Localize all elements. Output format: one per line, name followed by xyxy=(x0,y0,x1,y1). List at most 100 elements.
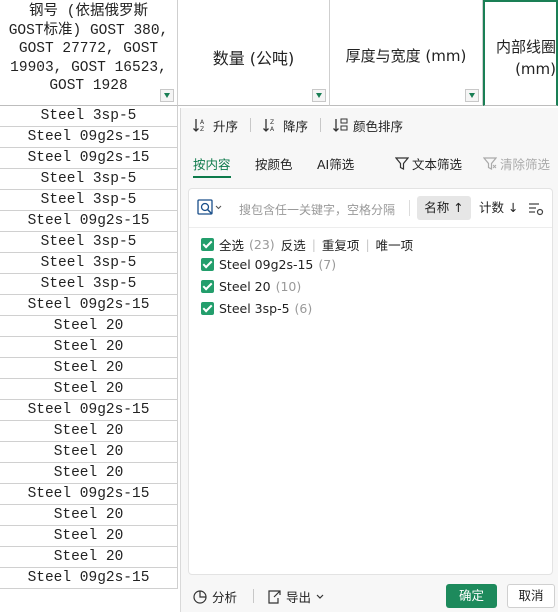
item-checkbox[interactable] xyxy=(201,280,214,293)
list-settings-button[interactable] xyxy=(528,201,544,217)
table-row[interactable]: Steel 3sp-5 xyxy=(0,232,178,253)
table-row[interactable]: Steel 20 xyxy=(0,358,178,379)
sort-by-color-button[interactable]: 颜色排序 xyxy=(321,116,415,135)
filter-tabs: 按内容 按颜色 AI筛选 文本筛选 清除筛选 xyxy=(193,154,558,178)
analyze-label: 分析 xyxy=(212,590,238,605)
select-all-row: 全选 (23) 反选 | 重复项 | 唯一项 xyxy=(201,235,419,254)
clear-filter-button[interactable]: 清除筛选 xyxy=(483,154,550,173)
filter-panel: AZ 升序 ZA 降序 颜色排序 按内容 按颜色 AI筛选 文本筛选 清除筛选 xyxy=(180,108,558,612)
list-item[interactable]: Steel 20 (10) xyxy=(201,279,301,294)
item-checkbox[interactable] xyxy=(201,302,214,315)
list-item[interactable]: Steel 3sp-5 (6) xyxy=(201,301,312,316)
table-row[interactable]: Steel 3sp-5 xyxy=(0,106,178,127)
table-row[interactable]: Steel 09g2s-15 xyxy=(0,295,178,316)
clear-filter-icon xyxy=(483,157,497,170)
duplicates-link[interactable]: 重复项 xyxy=(322,235,360,254)
table-row[interactable]: Steel 3sp-5 xyxy=(0,274,178,295)
table-row[interactable]: Steel 20 xyxy=(0,379,178,400)
invert-selection-link[interactable]: 反选 xyxy=(281,235,306,254)
cancel-button[interactable]: 取消 xyxy=(507,584,555,608)
sort-by-name-button[interactable]: 名称 ↑ xyxy=(417,196,471,220)
select-all-checkbox[interactable] xyxy=(201,238,214,251)
divider xyxy=(409,200,410,216)
sort-by-count-button[interactable]: 计数 ↓ xyxy=(479,196,518,220)
item-count: (7) xyxy=(318,257,337,272)
item-label: Steel 09g2s-15 xyxy=(219,257,314,272)
confirm-button[interactable]: 确定 xyxy=(446,584,497,608)
column-header-quantity-label: 数量 (公吨) xyxy=(212,49,295,68)
text-filter-label: 文本筛选 xyxy=(412,157,463,172)
filter-list-box: 搜包含任一关键字，空格分隔 名称 ↑ 计数 ↓ 全选 (23) 反选 | 重复项… xyxy=(188,188,553,575)
table-row[interactable]: Steel 20 xyxy=(0,505,178,526)
filter-dropdown-button-b[interactable] xyxy=(312,89,326,102)
divider: | xyxy=(311,237,316,252)
sort-by-color-icon xyxy=(333,118,348,132)
search-mode-dropdown[interactable] xyxy=(197,199,222,217)
column-header-quantity[interactable]: 数量 (公吨) xyxy=(178,0,330,106)
tab-by-content[interactable]: 按内容 xyxy=(193,154,231,178)
divider: | xyxy=(365,237,370,252)
item-count: (10) xyxy=(275,279,302,294)
analyze-button[interactable]: 分析 xyxy=(193,587,237,606)
list-item[interactable]: Steel 09g2s-15 (7) xyxy=(201,257,336,272)
item-label: Steel 3sp-5 xyxy=(219,301,290,316)
sort-by-color-label: 颜色排序 xyxy=(353,118,404,134)
export-label: 导出 xyxy=(286,590,312,605)
search-icon xyxy=(197,199,222,215)
table-row[interactable]: Steel 20 xyxy=(0,526,178,547)
list-settings-icon xyxy=(529,203,544,216)
item-count: (6) xyxy=(294,301,313,316)
table-row[interactable]: Steel 3sp-5 xyxy=(0,253,178,274)
table-row[interactable]: Steel 20 xyxy=(0,442,178,463)
text-filter-button[interactable]: 文本筛选 xyxy=(395,154,462,173)
column-header-steel-grade[interactable]: 钢号 (依据俄罗斯 GOST标准) GOST 380, GOST 27772, … xyxy=(0,0,178,106)
table-row[interactable]: Steel 09g2s-15 xyxy=(0,400,178,421)
unique-link[interactable]: 唯一项 xyxy=(376,235,414,254)
sort-descending-button[interactable]: ZA 降序 xyxy=(251,116,320,135)
table-row[interactable]: Steel 09g2s-15 xyxy=(0,211,178,232)
chevron-down-icon xyxy=(316,594,324,599)
column-header-steel-grade-label: 钢号 (依据俄罗斯 GOST标准) GOST 380, GOST 27772, … xyxy=(8,4,169,94)
tab-ai-filter[interactable]: AI筛选 xyxy=(317,154,354,173)
column-header-inner-coil[interactable]: 内部线圈 (mm) xyxy=(483,0,558,106)
sort-ascending-button[interactable]: AZ 升序 xyxy=(181,116,250,135)
export-icon xyxy=(268,589,281,604)
svg-text:A: A xyxy=(270,126,275,132)
table-row[interactable]: Steel 09g2s-15 xyxy=(0,484,178,505)
table-row[interactable]: Steel 09g2s-15 xyxy=(0,127,178,148)
search-input[interactable]: 搜包含任一关键字，空格分隔 xyxy=(239,201,399,218)
sort-descending-label: 降序 xyxy=(283,118,309,134)
sort-ascending-icon: AZ xyxy=(193,119,205,132)
column-header-thickness-label: 厚度与宽度 (mm) xyxy=(345,47,467,65)
filter-dropdown-button-a[interactable] xyxy=(160,89,174,102)
table-row[interactable]: Steel 20 xyxy=(0,463,178,484)
filter-footer: 分析 导出 确定 取消 xyxy=(181,578,558,612)
select-all-label[interactable]: 全选 xyxy=(219,235,244,254)
table-row[interactable]: Steel 20 xyxy=(0,421,178,442)
table-row[interactable]: Steel 20 xyxy=(0,337,178,358)
table-row[interactable]: Steel 3sp-5 xyxy=(0,169,178,190)
sort-ascending-label: 升序 xyxy=(213,118,239,134)
column-header-inner-coil-label: 内部线圈 (mm) xyxy=(495,38,556,78)
table-row[interactable]: Steel 20 xyxy=(0,316,178,337)
filter-dropdown-button-c[interactable] xyxy=(465,89,479,102)
table-row[interactable]: Steel 3sp-5 xyxy=(0,190,178,211)
export-button[interactable]: 导出 xyxy=(267,587,324,606)
divider xyxy=(253,589,254,603)
svg-text:Z: Z xyxy=(200,126,204,132)
steel-grade-column: Steel 3sp-5 Steel 09g2s-15 Steel 09g2s-15 S… xyxy=(0,106,178,589)
item-checkbox[interactable] xyxy=(201,258,214,271)
table-row[interactable]: Steel 20 xyxy=(0,547,178,568)
table-row[interactable]: Steel 09g2s-15 xyxy=(0,148,178,169)
filter-funnel-icon xyxy=(395,157,409,170)
svg-text:A: A xyxy=(200,119,205,126)
column-header-thickness-width[interactable]: 厚度与宽度 (mm) xyxy=(330,0,483,106)
sort-toolbar: AZ 升序 ZA 降序 颜色排序 xyxy=(181,108,558,142)
table-row[interactable]: Steel 09g2s-15 xyxy=(0,568,178,589)
search-bar: 搜包含任一关键字，空格分隔 名称 ↑ 计数 ↓ xyxy=(189,189,552,228)
select-all-count: (23) xyxy=(249,237,275,252)
clear-filter-label: 清除筛选 xyxy=(500,157,551,172)
sort-descending-icon: ZA xyxy=(263,119,275,132)
svg-text:Z: Z xyxy=(270,119,274,126)
tab-by-color[interactable]: 按颜色 xyxy=(255,154,293,173)
